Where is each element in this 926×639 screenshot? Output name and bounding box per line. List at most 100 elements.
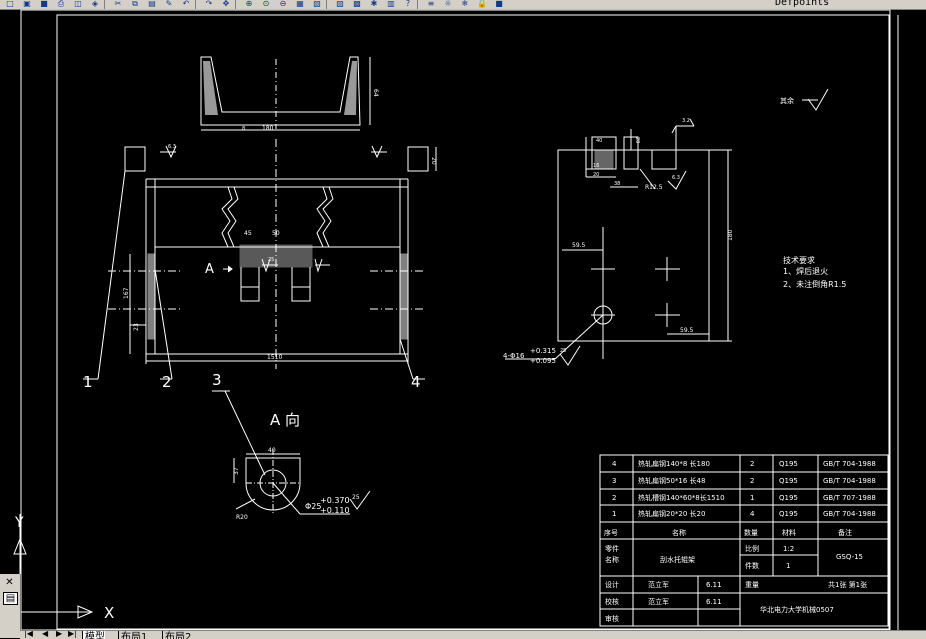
calculator-icon[interactable]: ▥ bbox=[385, 0, 397, 8]
layer-freeze-icon[interactable]: ❄ bbox=[459, 0, 471, 8]
part-name: 刮水托辊架 bbox=[660, 555, 695, 564]
a-view-dim-height: 37 bbox=[233, 467, 240, 475]
redo-icon[interactable]: ↷ bbox=[203, 0, 215, 8]
table-cell: GB/T 704-1988 bbox=[823, 510, 876, 518]
zoom-previous-icon[interactable]: ⊖ bbox=[277, 0, 289, 8]
ucs-x-label: X bbox=[104, 604, 114, 622]
publish-icon[interactable]: ◈ bbox=[89, 0, 101, 8]
zoom-window-icon[interactable]: ⊙ bbox=[260, 0, 272, 8]
layer-manager-icon[interactable]: ≡ bbox=[425, 0, 437, 8]
title-block: 4 热轧扁钢140*8 长180 2 Q195 GB/T 704-1988 3 热轧扁钢50… bbox=[599, 454, 889, 627]
dim-overall-width: 1510 bbox=[267, 354, 282, 361]
toolbar-separator bbox=[235, 0, 236, 9]
side-dim-height: 180 bbox=[727, 229, 734, 241]
table-cell: GB/T 704-1988 bbox=[823, 460, 876, 468]
tool-palette-icon[interactable]: ▨ bbox=[334, 0, 346, 8]
dim-top-thick: 8 bbox=[242, 126, 245, 132]
tab-prev-icon[interactable]: ◀ bbox=[42, 631, 48, 638]
copy-icon[interactable]: ⧉ bbox=[129, 0, 141, 8]
table-cell: 2 bbox=[612, 494, 616, 502]
side-dim-3: 3.2 bbox=[682, 118, 690, 124]
side-dim-bottom: 59.5 bbox=[680, 327, 694, 334]
weight-label: 重量 bbox=[745, 581, 759, 589]
undo-icon[interactable]: ↶ bbox=[180, 0, 192, 8]
table-cell: 热轧扁钢20*20 长20 bbox=[638, 509, 705, 518]
toolbar-separator bbox=[195, 0, 196, 9]
tab-next-icon[interactable]: ▶ bbox=[56, 631, 62, 638]
top-channel-section bbox=[200, 56, 371, 131]
table-header: 数量 bbox=[744, 528, 758, 537]
table-cell: 热轧扁钢140*8 长180 bbox=[638, 459, 710, 468]
hole-tol-upper: +0.315 bbox=[530, 347, 556, 355]
a-view-bore: Φ25 bbox=[305, 502, 321, 511]
review-label: 审核 bbox=[605, 614, 619, 623]
table-cell: 4 bbox=[750, 510, 755, 518]
paste-icon[interactable]: ▤ bbox=[146, 0, 158, 8]
properties-icon[interactable]: ▤ bbox=[3, 592, 18, 605]
dim-center-50: 50 bbox=[272, 230, 280, 237]
help-icon[interactable]: ? bbox=[402, 0, 414, 8]
design-label: 设计 bbox=[605, 580, 619, 589]
cut-icon[interactable]: ✂ bbox=[112, 0, 124, 8]
side-dim-6: 6.3 bbox=[672, 175, 680, 181]
hole-tol-lower: +0.095 bbox=[530, 357, 556, 365]
dim-center-45: 45 bbox=[244, 230, 252, 237]
view-a-marker: A bbox=[205, 262, 214, 277]
palette-panel: ✕ ▤ bbox=[0, 574, 21, 638]
layer-lock-icon[interactable]: 🔒 bbox=[476, 0, 488, 8]
dim-left-23: 23 bbox=[133, 323, 140, 331]
close-icon[interactable]: ✕ bbox=[3, 577, 16, 588]
dim-right-height: 20 bbox=[430, 157, 437, 165]
markup-icon[interactable]: ✱ bbox=[368, 0, 380, 8]
roughness-label: 其余 bbox=[780, 96, 794, 105]
table-cell: GB/T 707-1988 bbox=[823, 494, 876, 502]
layer-dropdown[interactable]: Defpoints bbox=[775, 0, 829, 8]
scale-label: 比例 bbox=[745, 544, 759, 553]
properties-icon[interactable]: ▦ bbox=[294, 0, 306, 8]
side-dim-20: 20 bbox=[593, 172, 599, 178]
scale-value: 1:2 bbox=[783, 545, 794, 553]
designer-name: 范立军 bbox=[648, 580, 669, 589]
layer-visible-icon[interactable]: ☼ bbox=[442, 0, 454, 8]
tab-first-icon[interactable]: |◀ bbox=[24, 631, 33, 638]
layer-color-icon[interactable]: ■ bbox=[493, 0, 505, 8]
match-icon[interactable]: ✎ bbox=[163, 0, 175, 8]
dim-top-width: 180 bbox=[262, 125, 274, 132]
sheet-set-icon[interactable]: ▩ bbox=[351, 0, 363, 8]
count-label: 件数 bbox=[745, 561, 759, 570]
table-cell: 热轧槽钢140*60*8长1510 bbox=[638, 493, 725, 502]
a-view-dim-width: 40 bbox=[268, 447, 276, 454]
dim-left-167: 167 bbox=[123, 287, 130, 299]
open-icon[interactable]: ▣ bbox=[21, 0, 33, 8]
preview-icon[interactable]: ◫ bbox=[72, 0, 84, 8]
dim-top-height: 64 bbox=[372, 89, 379, 97]
zoom-realtime-icon[interactable]: ⊕ bbox=[243, 0, 255, 8]
new-icon[interactable]: □ bbox=[4, 0, 16, 8]
table-cell: 1 bbox=[750, 494, 754, 502]
side-dim-r: R12.5 bbox=[645, 184, 663, 191]
check-date: 6.11 bbox=[706, 598, 722, 606]
table-cell: 热轧扁钢50*16 长48 bbox=[638, 476, 705, 485]
table-cell: GB/T 704-1988 bbox=[823, 477, 876, 485]
table-cell: Q195 bbox=[779, 494, 798, 502]
table-header: 备注 bbox=[838, 528, 852, 537]
side-view bbox=[505, 88, 829, 366]
tab-last-icon[interactable]: ▶| bbox=[68, 631, 77, 638]
pan-icon[interactable]: ✥ bbox=[220, 0, 232, 8]
table-cell: 1 bbox=[612, 510, 616, 518]
toolbar-separator bbox=[417, 0, 418, 9]
save-icon[interactable]: ■ bbox=[38, 0, 50, 8]
front-view bbox=[83, 139, 437, 380]
roughness-top-left: 6.3 bbox=[168, 144, 176, 150]
table-cell: 4 bbox=[612, 460, 617, 468]
sheet-count: 共1张 第1张 bbox=[828, 580, 867, 589]
print-icon[interactable]: ⎙ bbox=[55, 0, 67, 8]
drawing-code: GSQ-15 bbox=[836, 553, 863, 561]
checker-name: 范立军 bbox=[648, 597, 669, 606]
design-center-icon[interactable]: ▧ bbox=[311, 0, 323, 8]
part-name-label: 零件 bbox=[605, 544, 619, 553]
ucs-icon bbox=[13, 514, 94, 619]
model-space-canvas[interactable]: 180 64 8 A 1510 20 167 23 45 50 6.3 25 1… bbox=[0, 9, 926, 630]
tech-req-title: 技术要求 bbox=[783, 255, 815, 265]
table-cell: 2 bbox=[750, 460, 754, 468]
